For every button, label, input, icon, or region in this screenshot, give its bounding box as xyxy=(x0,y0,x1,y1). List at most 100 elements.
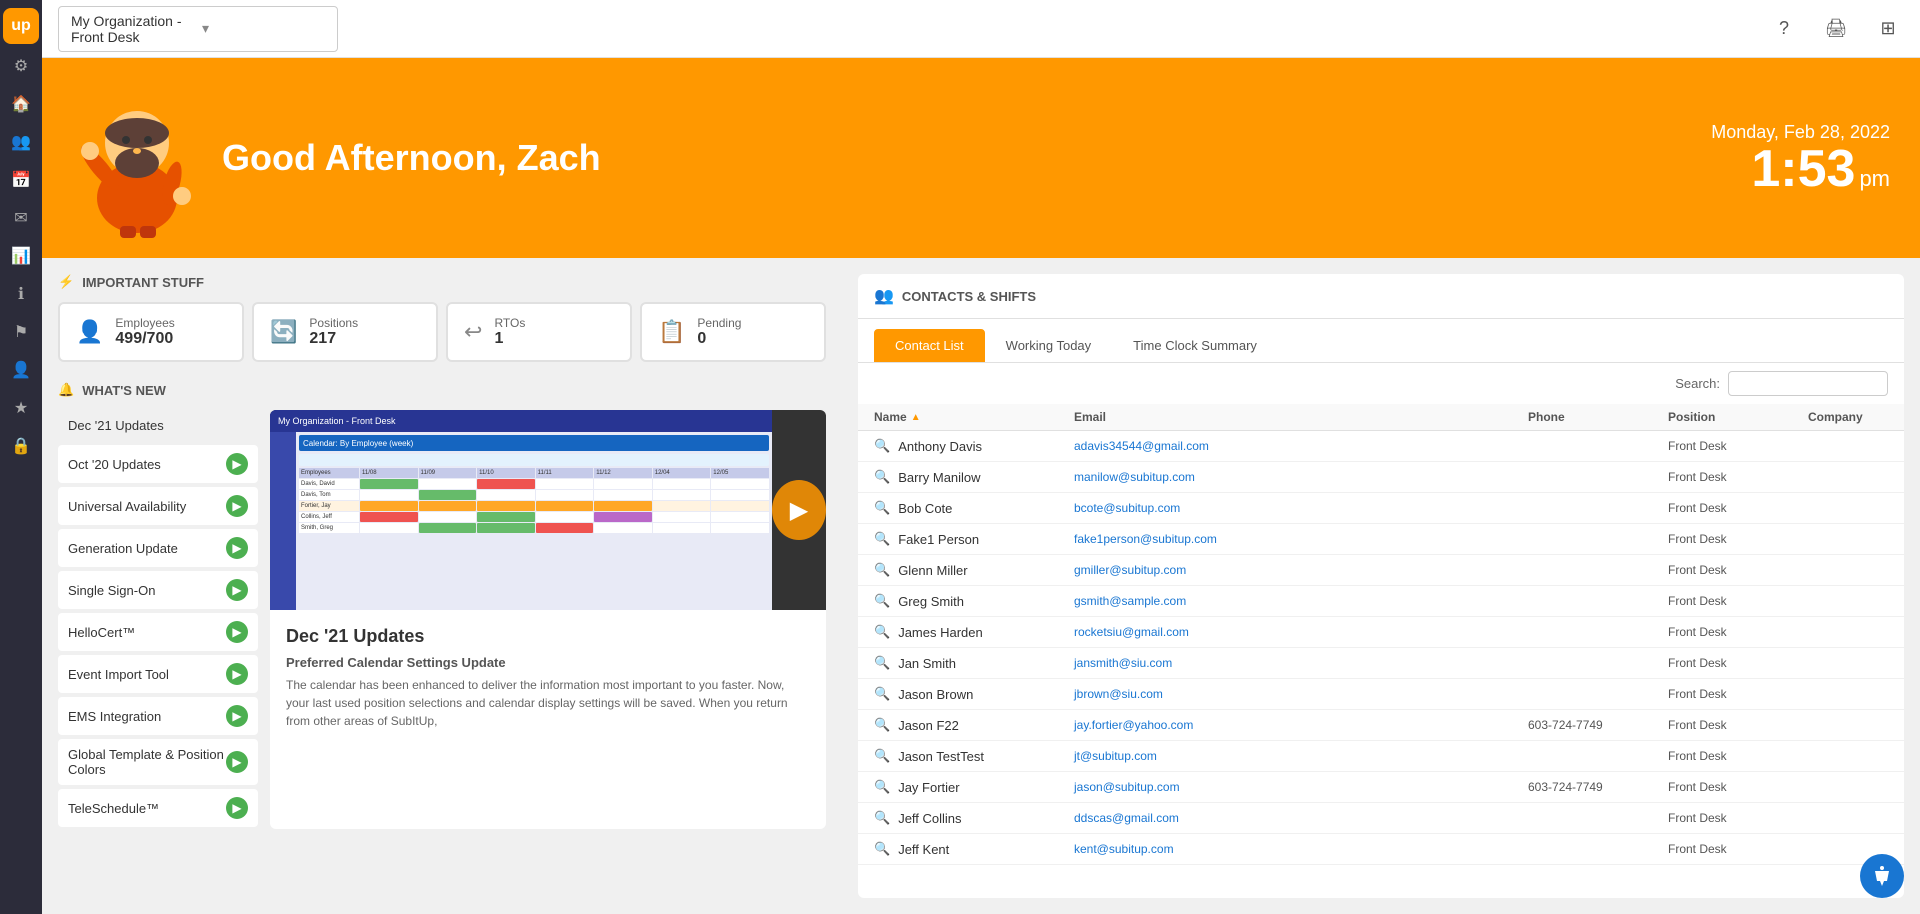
name-cell: 🔍 Jason F22 xyxy=(874,717,1074,733)
sidebar-item-chart[interactable]: 📊 xyxy=(5,240,37,272)
table-row[interactable]: 🔍 Fake1 Person fake1person@subitup.com F… xyxy=(858,524,1904,555)
search-icon: 🔍 xyxy=(874,748,890,764)
news-item-universal-label: Universal Availability xyxy=(68,499,186,514)
table-row[interactable]: 🔍 Anthony Davis adavis34544@gmail.com Fr… xyxy=(858,431,1904,462)
table-row[interactable]: 🔍 Bob Cote bcote@subitup.com Front Desk xyxy=(858,493,1904,524)
email-cell[interactable]: jbrown@siu.com xyxy=(1074,687,1528,701)
table-row[interactable]: 🔍 Jeff Kent kent@subitup.com Front Desk xyxy=(858,834,1904,865)
email-cell[interactable]: jansmith@siu.com xyxy=(1074,656,1528,670)
table-row[interactable]: 🔍 Jason F22 jay.fortier@yahoo.com 603-72… xyxy=(858,710,1904,741)
tab-working-today[interactable]: Working Today xyxy=(985,329,1113,362)
table-row[interactable]: 🔍 Barry Manilow manilow@subitup.com Fron… xyxy=(858,462,1904,493)
table-row[interactable]: 🔍 Jay Fortier jason@subitup.com 603-724-… xyxy=(858,772,1904,803)
accessibility-button[interactable] xyxy=(1860,854,1904,898)
sidebar-item-home[interactable]: 🏠 xyxy=(5,88,37,120)
positions-value: 217 xyxy=(309,330,358,348)
contacts-table: Name ▲ Email Phone Position xyxy=(858,404,1904,898)
email-cell[interactable]: rocketsiu@gmail.com xyxy=(1074,625,1528,639)
sidebar-item-users[interactable]: 👥 xyxy=(5,126,37,158)
news-item-event-import[interactable]: Event Import Tool ▶ xyxy=(58,655,258,693)
email-cell[interactable]: gmiller@subitup.com xyxy=(1074,563,1528,577)
news-content: My Organization - Front Desk Calendar: B… xyxy=(270,410,826,829)
contact-name: James Harden xyxy=(898,625,983,640)
position-cell: Front Desk xyxy=(1668,718,1808,732)
play-button[interactable]: ▶ xyxy=(772,480,826,540)
news-item-sso[interactable]: Single Sign-On ▶ xyxy=(58,571,258,609)
sidebar-item-info[interactable]: ℹ xyxy=(5,278,37,310)
email-cell[interactable]: manilow@subitup.com xyxy=(1074,470,1528,484)
col-company: Company xyxy=(1808,410,1888,424)
sidebar-item-lock[interactable]: 🔒 xyxy=(5,430,37,462)
name-cell: 🔍 James Harden xyxy=(874,624,1074,640)
email-link[interactable]: fake1person@subitup.com xyxy=(1074,532,1217,546)
email-link[interactable]: jason@subitup.com xyxy=(1074,780,1180,794)
table-row[interactable]: 🔍 Glenn Miller gmiller@subitup.com Front… xyxy=(858,555,1904,586)
news-item-oct20[interactable]: Oct '20 Updates ▶ xyxy=(58,445,258,483)
sidebar-item-settings[interactable]: ⚙ xyxy=(5,50,37,82)
news-item-ems[interactable]: EMS Integration ▶ xyxy=(58,697,258,735)
important-stuff-title: IMPORTANT STUFF xyxy=(82,275,204,290)
email-link[interactable]: jay.fortier@yahoo.com xyxy=(1074,718,1193,732)
email-link[interactable]: gsmith@sample.com xyxy=(1074,594,1186,608)
table-header: Name ▲ Email Phone Position xyxy=(858,404,1904,431)
sidebar-item-mail[interactable]: ✉ xyxy=(5,202,37,234)
news-item-universal[interactable]: Universal Availability ▶ xyxy=(58,487,258,525)
contact-name: Jay Fortier xyxy=(898,780,959,795)
email-link[interactable]: ddscas@gmail.com xyxy=(1074,811,1179,825)
email-link[interactable]: adavis34544@gmail.com xyxy=(1074,439,1209,453)
email-cell[interactable]: jason@subitup.com xyxy=(1074,780,1528,794)
table-row[interactable]: 🔍 Jason Brown jbrown@siu.com Front Desk xyxy=(858,679,1904,710)
email-link[interactable]: manilow@subitup.com xyxy=(1074,470,1195,484)
search-icon: 🔍 xyxy=(874,779,890,795)
stat-employees[interactable]: 👤 Employees 499/700 xyxy=(58,302,244,362)
contact-name: Jeff Kent xyxy=(898,842,949,857)
stat-pending[interactable]: 📋 Pending 0 xyxy=(640,302,826,362)
stat-rtos[interactable]: ↩ RTOs 1 xyxy=(446,302,632,362)
hero-header: Good Afternoon, Zach Monday, Feb 28, 202… xyxy=(42,58,1920,258)
email-cell[interactable]: gsmith@sample.com xyxy=(1074,594,1528,608)
sidebar-item-person[interactable]: 👤 xyxy=(5,354,37,386)
table-row[interactable]: 🔍 Jeff Collins ddscas@gmail.com Front De… xyxy=(858,803,1904,834)
email-link[interactable]: kent@subitup.com xyxy=(1074,842,1174,856)
tab-time-clock-summary[interactable]: Time Clock Summary xyxy=(1112,329,1278,362)
stat-positions[interactable]: 🔄 Positions 217 xyxy=(252,302,438,362)
email-cell[interactable]: ddscas@gmail.com xyxy=(1074,811,1528,825)
email-cell[interactable]: bcote@subitup.com xyxy=(1074,501,1528,515)
news-item-global-template[interactable]: Global Template & Position Colors ▶ xyxy=(58,739,258,785)
news-item-hellocert-label: HelloCert™ xyxy=(68,625,135,640)
email-cell[interactable]: jay.fortier@yahoo.com xyxy=(1074,718,1528,732)
news-item-teleschedule[interactable]: TeleSchedule™ ▶ xyxy=(58,789,258,827)
sidebar-item-flag[interactable]: ⚑ xyxy=(5,316,37,348)
search-row: Search: xyxy=(858,363,1904,404)
search-input[interactable] xyxy=(1728,371,1888,396)
email-cell[interactable]: kent@subitup.com xyxy=(1074,842,1528,856)
contact-name: Jason Brown xyxy=(898,687,973,702)
sidebar-item-star[interactable]: ★ xyxy=(5,392,37,424)
help-icon[interactable]: ? xyxy=(1768,13,1800,45)
email-link[interactable]: bcote@subitup.com xyxy=(1074,501,1180,515)
email-link[interactable]: jt@subitup.com xyxy=(1074,749,1157,763)
sidebar-item-calendar[interactable]: 📅 xyxy=(5,164,37,196)
grid-icon[interactable]: ⊞ xyxy=(1872,13,1904,45)
app-logo[interactable]: up xyxy=(3,8,39,44)
email-cell[interactable]: fake1person@subitup.com xyxy=(1074,532,1528,546)
table-row[interactable]: 🔍 Greg Smith gsmith@sample.com Front Des… xyxy=(858,586,1904,617)
news-arrow-universal: ▶ xyxy=(226,495,248,517)
news-arrow-ems: ▶ xyxy=(226,705,248,727)
table-row[interactable]: 🔍 Jan Smith jansmith@siu.com Front Desk xyxy=(858,648,1904,679)
news-item-generation[interactable]: Generation Update ▶ xyxy=(58,529,258,567)
email-cell[interactable]: jt@subitup.com xyxy=(1074,749,1528,763)
email-link[interactable]: rocketsiu@gmail.com xyxy=(1074,625,1189,639)
table-row[interactable]: 🔍 James Harden rocketsiu@gmail.com Front… xyxy=(858,617,1904,648)
table-row[interactable]: 🔍 Jason TestTest jt@subitup.com Front De… xyxy=(858,741,1904,772)
org-selector[interactable]: My Organization - Front Desk ▾ xyxy=(58,6,338,52)
news-item-dec21[interactable]: Dec '21 Updates xyxy=(58,410,258,441)
tab-contact-list[interactable]: Contact List xyxy=(874,329,985,362)
email-link[interactable]: jbrown@siu.com xyxy=(1074,687,1163,701)
email-link[interactable]: gmiller@subitup.com xyxy=(1074,563,1186,577)
print-icon[interactable]: 🖨 xyxy=(1820,13,1852,45)
contact-name: Greg Smith xyxy=(898,594,964,609)
email-link[interactable]: jansmith@siu.com xyxy=(1074,656,1172,670)
news-item-hellocert[interactable]: HelloCert™ ▶ xyxy=(58,613,258,651)
email-cell[interactable]: adavis34544@gmail.com xyxy=(1074,439,1528,453)
